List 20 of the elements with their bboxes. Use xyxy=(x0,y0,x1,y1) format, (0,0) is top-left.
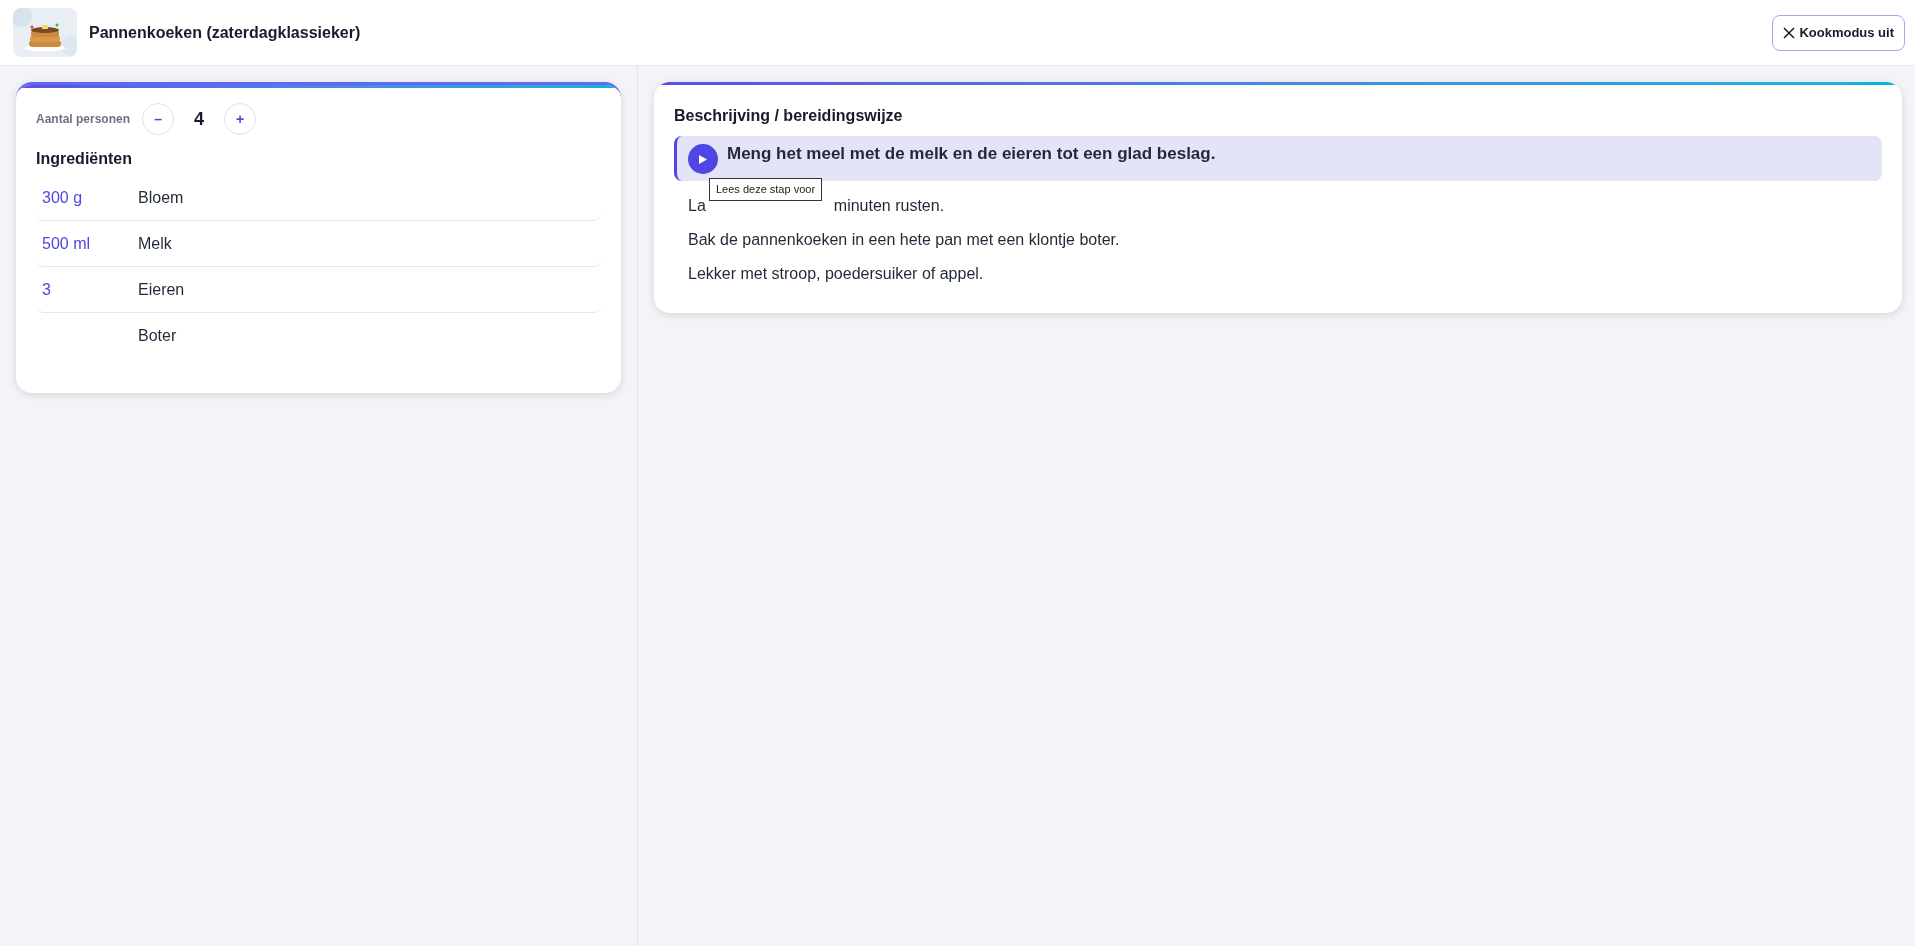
play-icon xyxy=(699,154,707,164)
section-title: Beschrijving / bereidingswijze xyxy=(674,106,904,126)
tooltip: Lees deze stap voor xyxy=(709,178,823,201)
play-button[interactable] xyxy=(688,144,718,174)
ingredient-amount: 300 g xyxy=(42,187,84,208)
ingredient-name: Eieren xyxy=(138,279,185,300)
step-text: Bak de pannenkoeken in een hete pan met een klontje boter. xyxy=(687,230,1121,250)
step-text: Meng het meel met de melk en de eieren tot een glad beslag. xyxy=(727,143,1216,165)
ingredient-name: Melk xyxy=(138,233,172,254)
cooking-mode-off-button[interactable]: Kookmodus uit xyxy=(1772,14,1905,51)
step-text: Lekker met stroop, poedersuiker of appel. xyxy=(687,264,985,284)
ingredient-amount: 500 ml xyxy=(42,233,92,254)
ingredient-amount: 3 xyxy=(42,279,52,300)
close-icon xyxy=(1783,26,1796,39)
section-title: Ingrediënten xyxy=(36,149,133,169)
ingredient-name: Boter xyxy=(138,326,177,346)
recipe-title: Pannenkoeken (zaterdagklassieker) xyxy=(89,22,361,43)
servings-count: 4 xyxy=(193,107,206,131)
servings-label: Aantal personen xyxy=(36,111,131,128)
ingredient-name: Bloem xyxy=(138,187,184,208)
